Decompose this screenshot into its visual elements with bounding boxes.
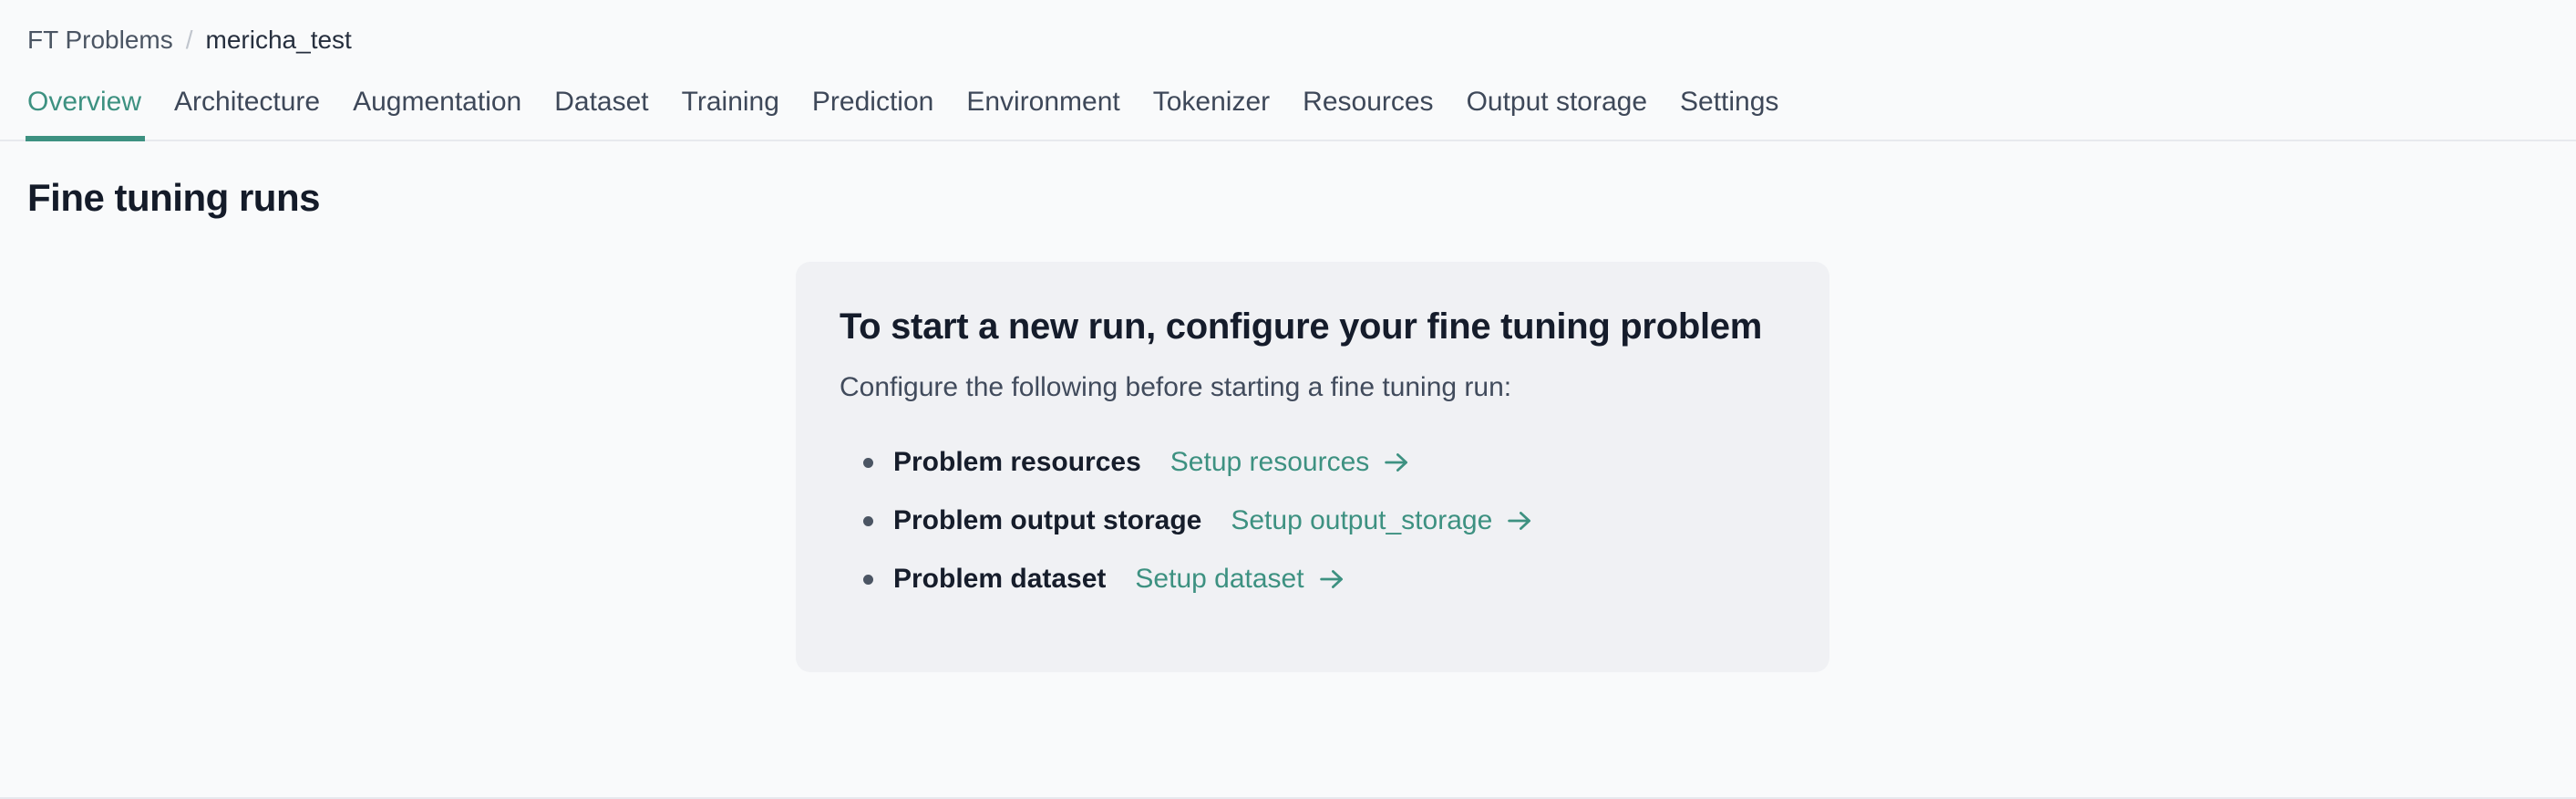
page-title: Fine tuning runs	[27, 176, 320, 219]
setup-output-storage-link[interactable]: Setup output_storage	[1231, 505, 1535, 536]
arrow-right-icon	[1316, 564, 1347, 595]
tab-prediction[interactable]: Prediction	[812, 86, 933, 140]
setup-dataset-link[interactable]: Setup dataset	[1135, 564, 1346, 595]
card-subtitle: Configure the following before starting …	[840, 372, 1512, 402]
setup-resources-link-label: Setup resources	[1170, 447, 1370, 477]
problem-resources-label: Problem resources	[893, 447, 1141, 477]
tab-tokenizer[interactable]: Tokenizer	[1153, 86, 1270, 140]
bullet-icon	[863, 457, 873, 468]
card-title: To start a new run, configure your fine …	[840, 306, 1762, 347]
setup-checklist: Problem resources Setup resources Proble…	[840, 441, 1786, 601]
breadcrumb-ft-problems[interactable]: FT Problems	[27, 25, 173, 56]
bullet-icon	[863, 574, 873, 585]
setup-output-storage-link-label: Setup output_storage	[1231, 505, 1493, 535]
list-item: Problem output storage Setup output_stor…	[863, 499, 1786, 543]
tab-augmentation[interactable]: Augmentation	[353, 86, 521, 140]
arrow-right-icon	[1381, 447, 1412, 478]
breadcrumb-current-problem: mericha_test	[205, 26, 352, 54]
setup-dataset-link-label: Setup dataset	[1135, 564, 1304, 594]
problem-dataset-label: Problem dataset	[893, 564, 1107, 594]
tab-output-storage[interactable]: Output storage	[1467, 86, 1647, 140]
tab-resources[interactable]: Resources	[1303, 86, 1433, 140]
tab-architecture[interactable]: Architecture	[174, 86, 320, 140]
bullet-icon	[863, 515, 873, 526]
breadcrumb-separator: /	[185, 26, 193, 54]
problem-tab-bar: Overview Architecture Augmentation Datas…	[0, 86, 2576, 141]
setup-resources-link[interactable]: Setup resources	[1170, 447, 1412, 478]
arrow-right-icon	[1504, 505, 1535, 536]
list-item: Problem dataset Setup dataset	[863, 557, 1786, 601]
configure-problem-card: To start a new run, configure your fine …	[796, 262, 1829, 672]
list-item: Problem resources Setup resources	[863, 441, 1786, 484]
tab-settings[interactable]: Settings	[1680, 86, 1778, 140]
breadcrumb: FT Problems / mericha_test	[0, 0, 2576, 56]
tab-overview[interactable]: Overview	[25, 86, 146, 141]
tab-environment[interactable]: Environment	[966, 86, 1119, 140]
tab-dataset[interactable]: Dataset	[554, 86, 648, 140]
tab-training[interactable]: Training	[682, 86, 779, 140]
problem-output-storage-label: Problem output storage	[893, 505, 1202, 535]
